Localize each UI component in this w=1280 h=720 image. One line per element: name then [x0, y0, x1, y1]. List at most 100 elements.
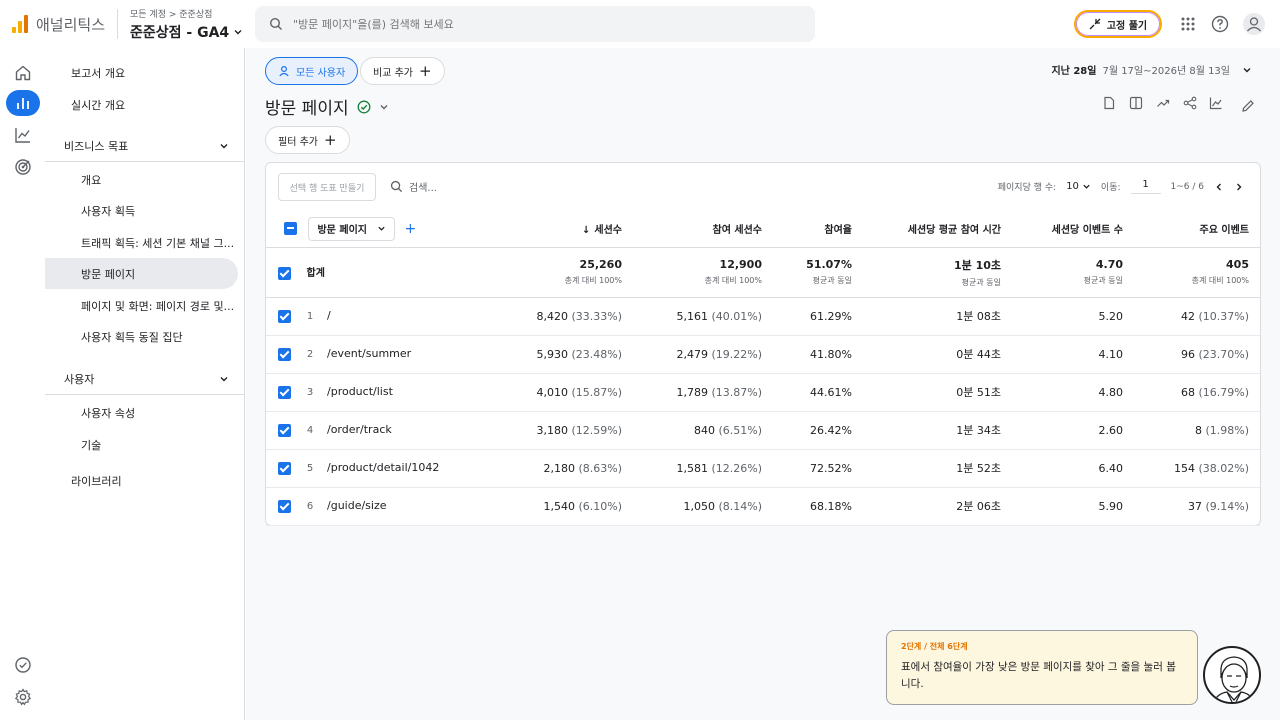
table-row[interactable]: 2/event/summer 5,930 (23.48%) 2,479 (19.22…: [266, 335, 1260, 374]
avg-time-cell: 2분 06초: [863, 487, 1012, 526]
engagement-rate-cell: 72.52%: [773, 449, 863, 488]
col-events-per-session-header[interactable]: 세션당 이벤트 수: [1012, 211, 1134, 248]
chevron-down-icon[interactable]: [379, 102, 389, 112]
col-engagement-rate-header[interactable]: 참여율: [773, 211, 863, 248]
search-input[interactable]: [293, 17, 773, 31]
key-events-pct: (38.02%): [1198, 461, 1249, 475]
row-number: 5: [306, 463, 314, 475]
table-row[interactable]: 6/guide/size 1,540 (6.10%) 1,050 (8.14%) 68…: [266, 487, 1260, 526]
page-title: 방문 페이지: [265, 94, 389, 119]
pagination: 페이지당 행 수: 10 이동: 1 1~6 / 6: [998, 179, 1244, 194]
nav-reports-overview[interactable]: 보고서 개요: [45, 57, 238, 88]
nav-item-traffic-acquisition[interactable]: 트래픽 획득: 세션 기본 채널 그...: [45, 227, 238, 258]
advertising-icon[interactable]: [6, 154, 40, 180]
total-value: 405: [1226, 258, 1249, 271]
landing-page-path[interactable]: /product/detail/1042: [327, 461, 439, 474]
chart-type-icon[interactable]: [1207, 94, 1225, 112]
nav-section-business[interactable]: 비즈니스 목표: [45, 130, 245, 162]
explore-icon[interactable]: [6, 122, 40, 148]
nav-item-acquisition-cohort[interactable]: 사용자 획득 동질 집단: [45, 321, 238, 352]
share-icon[interactable]: [1181, 94, 1199, 112]
dimension-select[interactable]: 방문 페이지: [308, 216, 395, 241]
landing-page-path[interactable]: /product/list: [327, 385, 393, 398]
property-label: 준준상점 - GA4: [130, 24, 230, 41]
nav-item-user-acquisition[interactable]: 사용자 획득: [45, 195, 238, 226]
apps-icon[interactable]: [1176, 12, 1200, 36]
row-checkbox[interactable]: [278, 423, 291, 437]
col-avg-time-header[interactable]: 세션당 평균 참여 시간: [863, 211, 1012, 248]
chevron-down-icon: [1243, 67, 1251, 72]
settings-icon[interactable]: [6, 684, 40, 710]
row-checkbox[interactable]: [278, 309, 291, 323]
account-icon[interactable]: [1242, 12, 1266, 36]
landing-page-path[interactable]: /guide/size: [327, 499, 387, 512]
nav-item-user-attributes[interactable]: 사용자 속성: [45, 397, 238, 428]
landing-page-path[interactable]: /order/track: [327, 423, 392, 436]
edit-icon[interactable]: [1239, 97, 1257, 115]
add-filter-button[interactable]: 필터 추가 +: [265, 126, 350, 154]
row-checkbox[interactable]: [278, 499, 291, 513]
events-per-session-cell: 4.10: [1012, 335, 1134, 374]
row-checkbox[interactable]: [278, 347, 291, 361]
col-key-events-header[interactable]: 주요 이벤트: [1134, 211, 1260, 248]
col-sessions-header[interactable]: ↓ 세션수: [506, 211, 633, 248]
row-checkbox[interactable]: [278, 385, 291, 399]
add-comparison-button[interactable]: 비교 추가 +: [360, 57, 445, 85]
engaged-value: 2,479: [676, 347, 708, 361]
user-icon: [279, 65, 289, 77]
reports-icon[interactable]: [6, 90, 40, 116]
analytics-logo[interactable]: 애널리틱스: [12, 14, 105, 35]
nav-section-user[interactable]: 사용자: [45, 363, 245, 395]
page-title-text: 방문 페이지: [265, 99, 349, 119]
key-events-value: 68: [1180, 385, 1195, 399]
logo-icon: [12, 15, 28, 33]
account-selector[interactable]: 모든 계정 > 준준상점 준준상점 - GA4: [130, 7, 243, 42]
landing-page-path[interactable]: /: [327, 309, 331, 322]
sessions-cell: 4,010 (15.87%): [506, 373, 633, 412]
plot-rows-button[interactable]: 선택 행 도표 만들기: [278, 173, 376, 201]
table-row[interactable]: 3/product/list 4,010 (15.87%) 1,789 (13.87…: [266, 373, 1260, 412]
table-row[interactable]: 5/product/detail/1042 2,180 (8.63%) 1,581 …: [266, 449, 1260, 488]
avg-time-cell: 1분 08초: [863, 297, 1012, 336]
landing-page-path[interactable]: /event/summer: [327, 347, 411, 360]
col-engaged-sessions-header[interactable]: 참여 세션수: [633, 211, 773, 248]
unpin-button[interactable]: 고정 풀기: [1074, 10, 1162, 38]
nav-realtime-overview[interactable]: 실시간 개요: [45, 89, 238, 120]
date-range-picker[interactable]: 지난 28일 7월 17일~2026년 8월 13일: [1051, 62, 1252, 77]
row-checkbox[interactable]: [278, 461, 291, 475]
search-bar[interactable]: [255, 6, 815, 42]
nav-section-label: 사용자: [64, 372, 95, 386]
nav-item-landing-page[interactable]: 방문 페이지: [45, 258, 238, 289]
goto-page-input[interactable]: 1: [1130, 179, 1161, 194]
rows-per-page-select[interactable]: 10: [1066, 181, 1091, 192]
insights-icon[interactable]: [1154, 94, 1172, 112]
compare-icon[interactable]: [1127, 94, 1145, 112]
table-search[interactable]: 검색...: [390, 179, 437, 194]
key-events-pct: (9.14%): [1205, 499, 1249, 513]
add-dimension-icon[interactable]: +: [404, 221, 416, 237]
all-users-chip[interactable]: 모든 사용자: [265, 57, 359, 85]
row-number: 3: [306, 387, 314, 399]
nav-item-tech[interactable]: 기술: [45, 429, 238, 460]
table-row[interactable]: 4/order/track 3,180 (12.59%) 840 (6.51%) 26…: [266, 411, 1260, 450]
export-icon[interactable]: [1100, 94, 1118, 112]
sessions-value: 3,180: [536, 423, 568, 437]
totals-checkbox[interactable]: [278, 266, 291, 280]
chevron-down-icon: [378, 226, 385, 231]
help-icon[interactable]: [1208, 12, 1232, 36]
chevron-right-icon[interactable]: [1234, 182, 1244, 192]
engaged-sessions-cell: 840 (6.51%): [633, 411, 773, 450]
nav-item-business-overview[interactable]: 개요: [45, 164, 238, 195]
nav-item-pages-screens[interactable]: 페이지 및 화면: 페이지 경로 및...: [45, 290, 238, 321]
row-number: 4: [306, 425, 314, 437]
select-all-checkbox[interactable]: [284, 222, 297, 236]
date-range: 7월 17일~2026년 8월 13일: [1102, 66, 1230, 77]
nav-library[interactable]: 라이브러리: [45, 465, 238, 496]
col-header-label: 세션당 평균 참여 시간: [907, 225, 1001, 237]
chevron-left-icon[interactable]: [1214, 182, 1224, 192]
checklist-icon[interactable]: [6, 652, 40, 678]
key-events-cell: 154 (38.02%): [1134, 449, 1260, 488]
verified-check-icon: [357, 100, 371, 113]
home-icon[interactable]: [6, 60, 40, 86]
table-row[interactable]: 1/8,420 (33.33%) 5,161 (40.01%) 61.29% 1분 0…: [266, 297, 1260, 336]
